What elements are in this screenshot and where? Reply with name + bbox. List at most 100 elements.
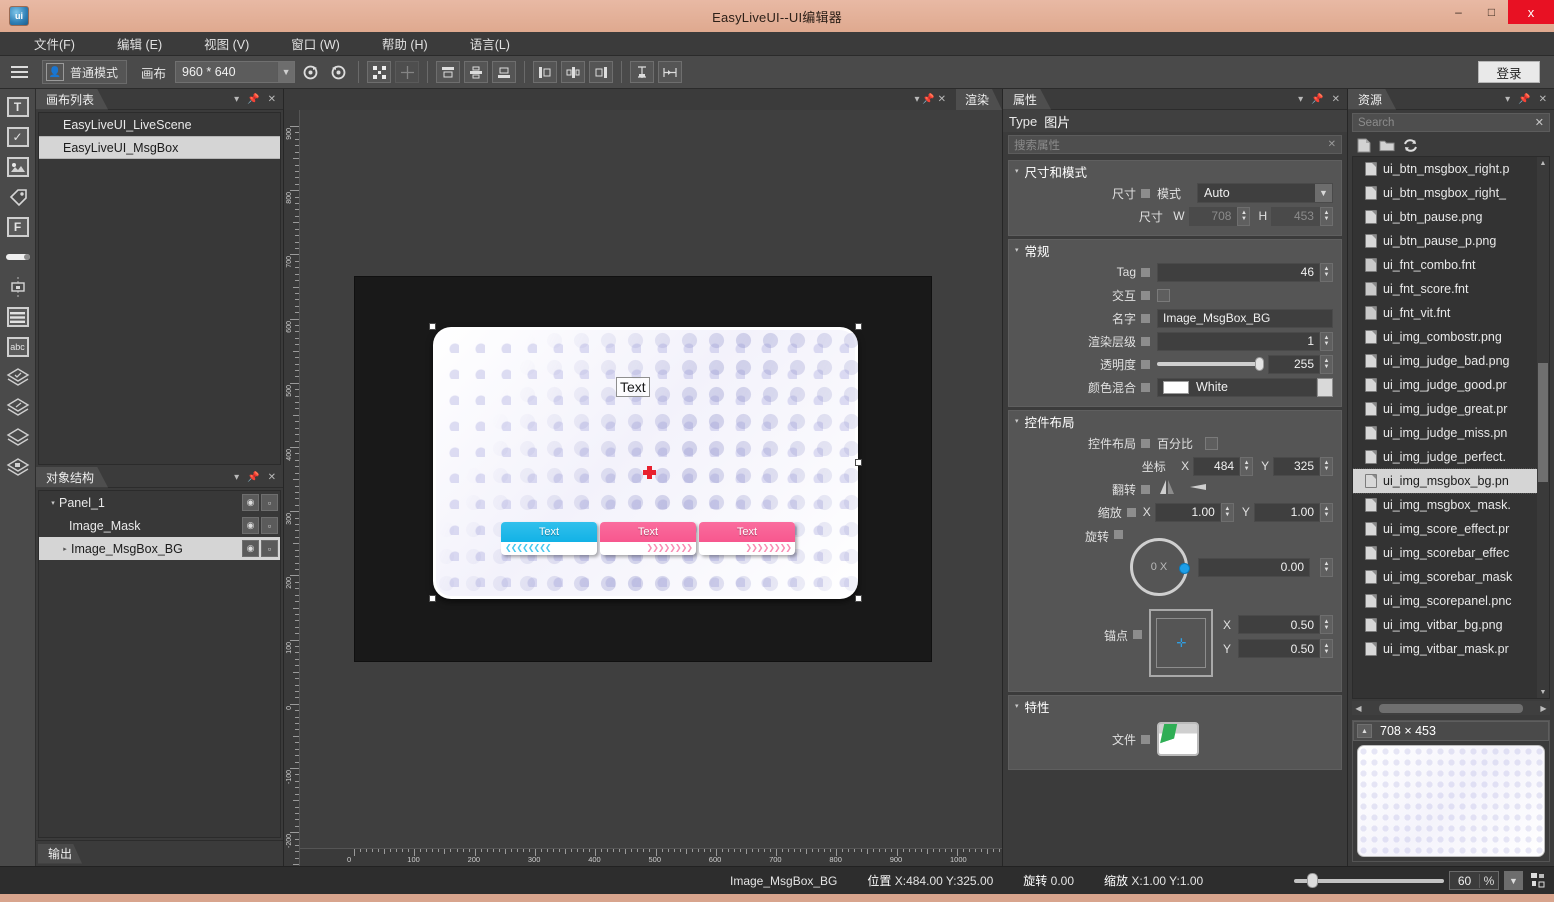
chevron-down-icon[interactable]: ▾ (915, 94, 920, 105)
keyframe-icon[interactable] (1114, 530, 1123, 539)
lock-icon[interactable]: ▫ (261, 517, 278, 534)
position-x-stepper[interactable]: ▲ ▼ (1240, 456, 1254, 476)
list-item[interactable]: ui_btn_msgbox_right_ (1353, 181, 1549, 205)
menu-view[interactable]: 视图 (V) (190, 32, 263, 55)
render-tab[interactable]: 渲染 (956, 89, 1002, 110)
new-file-icon[interactable] (1356, 138, 1372, 153)
scale-x-stepper[interactable]: ▲ ▼ (1220, 502, 1234, 522)
text-tool-icon[interactable]: T (5, 94, 31, 120)
resources-horizontal-scrollbar[interactable]: ◀ ▶ (1352, 701, 1550, 715)
menu-language[interactable]: 语言(L) (456, 32, 524, 55)
align-left-icon[interactable] (533, 61, 558, 83)
resize-handle-br[interactable] (855, 595, 862, 602)
slider-knob[interactable] (1255, 357, 1264, 371)
chevron-down-icon[interactable]: ▾ (47, 499, 59, 507)
tag-tool-icon[interactable] (5, 184, 31, 210)
list-item[interactable]: ui_img_judge_great.pr (1353, 397, 1549, 421)
keyframe-icon[interactable] (1141, 313, 1150, 323)
size-mode-combo[interactable]: Auto ▼ (1197, 183, 1333, 203)
align-bottom-icon[interactable] (492, 61, 517, 83)
msgbox-button-middle[interactable]: Text ❯❯❯❯❯❯❯❯ (600, 522, 696, 555)
align-top-icon[interactable] (436, 61, 461, 83)
msgbox-button-left[interactable]: Text ❮❮❮❮❮❮❮❮ (501, 522, 597, 555)
clear-icon[interactable]: ✕ (1535, 116, 1544, 129)
scale-y-stepper[interactable]: ▲ ▼ (1320, 502, 1334, 522)
opacity-slider[interactable] (1157, 355, 1264, 374)
vertical-ruler[interactable]: 900 800 700 600 500 400 300 200 100 0 -100 -200 (284, 110, 300, 866)
close-icon[interactable]: ✕ (268, 472, 276, 483)
rotation-dial-knob[interactable] (1179, 563, 1190, 574)
percent-checkbox[interactable] (1205, 436, 1219, 450)
flip-horizontal-icon[interactable] (1157, 477, 1177, 502)
list-item[interactable]: ui_img_judge_perfect. (1353, 445, 1549, 469)
list-item[interactable]: ui_img_judge_bad.png (1353, 349, 1549, 373)
group-header[interactable]: ▾ 特性 (1009, 696, 1341, 716)
pin-icon[interactable]: 📌 (922, 94, 934, 105)
login-button[interactable]: 登录 (1478, 61, 1540, 83)
edit-mode-selector[interactable]: 👤 普通模式 (42, 60, 128, 84)
menu-edit[interactable]: 编辑 (E) (103, 32, 176, 55)
scroll-left-icon[interactable]: ◀ (1352, 704, 1365, 713)
pin-icon[interactable]: 📌 (247, 472, 259, 483)
clear-icon[interactable]: ✕ (1328, 139, 1336, 150)
properties-tab[interactable]: 属性 (1003, 89, 1051, 110)
list-item[interactable]: ui_img_scorepanel.pnc (1353, 589, 1549, 613)
redo-icon[interactable] (297, 60, 323, 84)
height-stepper[interactable]: ▲ ▼ (1319, 206, 1333, 226)
scroll-right-icon[interactable]: ▶ (1537, 704, 1550, 713)
keyframe-icon[interactable] (1141, 188, 1150, 198)
tag-input[interactable]: 46 (1157, 262, 1320, 282)
font-tool-icon[interactable]: F (5, 214, 31, 240)
lock-icon[interactable]: ▫ (261, 494, 278, 511)
input-tool-icon[interactable]: abc (5, 334, 31, 360)
list-item[interactable]: ui_btn_msgbox_right.p (1353, 157, 1549, 181)
canvas-viewport[interactable]: Text Text ❮❮❮❮❮❮❮❮ Text ❯❯❯❯❯❯❯❯ Text ❯❯… (300, 110, 1002, 848)
resize-handle-tl[interactable] (429, 323, 436, 330)
zoom-slider[interactable] (1294, 872, 1444, 890)
chevron-down-icon[interactable]: ▾ (1015, 246, 1019, 254)
list-item[interactable]: ui_btn_pause.png (1353, 205, 1549, 229)
chevron-down-icon[interactable]: ▼ (277, 62, 295, 82)
group-header[interactable]: ▾ 控件布局 (1009, 411, 1341, 431)
list-item[interactable]: ui_fnt_score.fnt (1353, 277, 1549, 301)
list-item[interactable]: EasyLiveUI_LiveScene (39, 113, 280, 136)
group-header[interactable]: ▾ 常规 (1009, 240, 1341, 260)
align-right-icon[interactable] (589, 61, 614, 83)
anchor-y-stepper[interactable]: ▲ ▼ (1320, 639, 1333, 658)
object-tree-tab[interactable]: 对象结构 (36, 467, 108, 488)
chevron-down-icon[interactable]: ▼ (1504, 871, 1523, 890)
resource-file-list[interactable]: ▲ ▼ ui_btn_msgbox_right.p ui_btn_msgbox_r… (1352, 156, 1550, 699)
lock-icon[interactable]: ▫ (261, 540, 278, 557)
list-item[interactable]: ui_img_score_effect.pr (1353, 517, 1549, 541)
chevron-down-icon[interactable]: ▾ (1015, 167, 1019, 175)
anchor-pad[interactable]: ✛ (1149, 609, 1213, 677)
keyframe-icon[interactable] (1133, 630, 1143, 639)
list-item[interactable]: ui_img_combostr.png (1353, 325, 1549, 349)
vertical-distribute-icon[interactable] (630, 61, 655, 83)
list-tool-icon[interactable] (5, 304, 31, 330)
layer-tool-3-icon[interactable] (5, 424, 31, 450)
scale-y-input[interactable]: 1.00 (1253, 502, 1321, 522)
keyframe-icon[interactable] (1141, 734, 1150, 744)
height-input[interactable]: 453 (1271, 206, 1320, 226)
list-item[interactable]: ui_img_judge_miss.pn (1353, 421, 1549, 445)
layer-tool-1-icon[interactable] (5, 364, 31, 390)
flip-vertical-icon[interactable] (1187, 477, 1209, 502)
msgbox-button-right[interactable]: Text ❯❯❯❯❯❯❯❯ (699, 522, 795, 555)
list-item[interactable]: ui_img_vitbar_bg.png (1353, 613, 1549, 637)
zorder-input[interactable]: 1 (1157, 331, 1320, 351)
list-item[interactable]: ui_fnt_combo.fnt (1353, 253, 1549, 277)
color-picker-button[interactable] (1317, 377, 1333, 397)
menu-help[interactable]: 帮助 (H) (368, 32, 442, 55)
pin-icon[interactable]: 📌 (247, 94, 259, 105)
position-y-stepper[interactable]: ▲ ▼ (1320, 456, 1333, 476)
rotation-input[interactable]: 0.00 (1198, 557, 1310, 577)
scrollbar-thumb[interactable] (1379, 703, 1523, 713)
pin-icon[interactable]: 📌 (1518, 94, 1530, 105)
resize-handle-tr[interactable] (855, 323, 862, 330)
chevron-down-icon[interactable]: ▼ (1315, 184, 1332, 202)
chevron-down-icon[interactable]: ▾ (234, 472, 239, 483)
opacity-input[interactable]: 255 (1268, 354, 1320, 374)
resources-tab[interactable]: 资源 (1348, 89, 1396, 110)
eye-icon[interactable]: ◉ (242, 517, 259, 534)
